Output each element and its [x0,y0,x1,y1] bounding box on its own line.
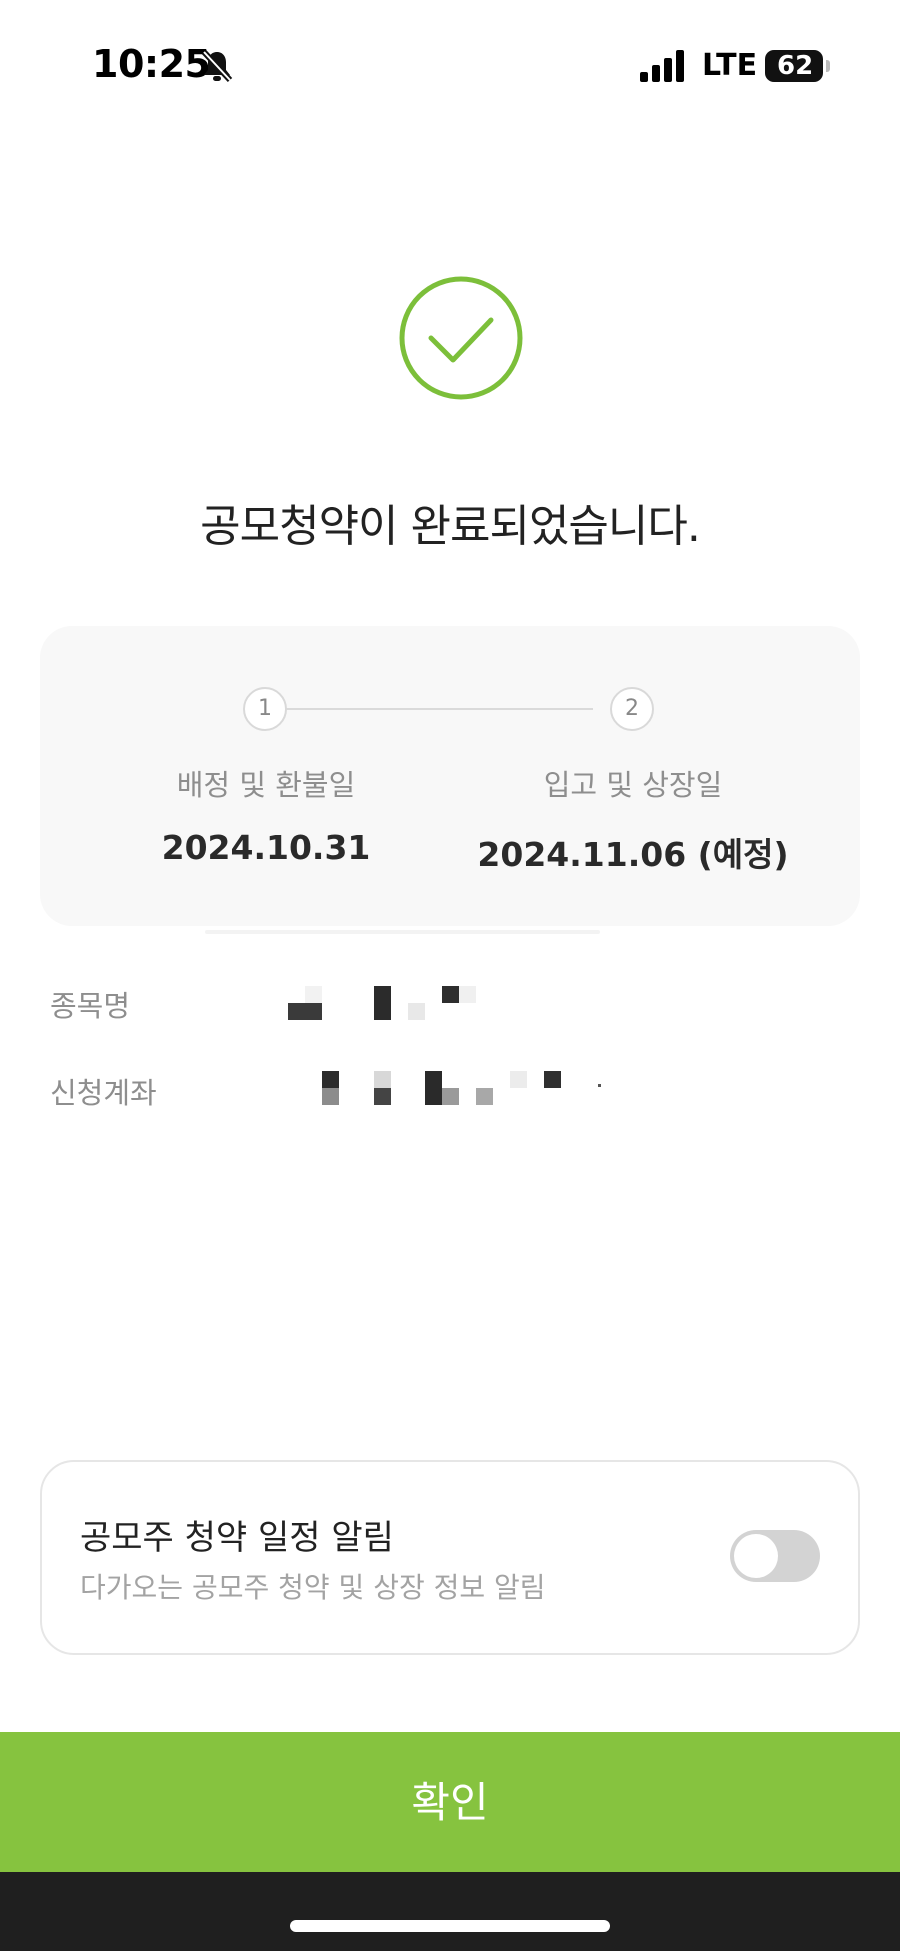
home-indicator[interactable] [290,1920,610,1932]
step-1-label: 배정 및 환불일 [176,768,356,802]
step-2-label: 입고 및 상장일 [543,768,723,802]
confirm-button[interactable]: 확인 [0,1732,900,1872]
alert-toggle[interactable] [730,1530,820,1582]
bell-off-icon [201,49,233,83]
step-2-badge: 2 [610,687,654,731]
page-title: 공모청약이 완료되었습니다. [200,501,701,552]
alert-title: 공모주 청약 일정 알림 [80,1518,394,1558]
alert-subtitle: 다가오는 공모주 청약 및 상장 정보 알림 [80,1571,546,1604]
step-1-badge: 1 [243,687,287,731]
check-circle-icon [399,276,523,400]
status-time: 10:25 [92,42,211,86]
status-bar: 10:25 LTE 62 [0,0,900,135]
signal-icon [640,50,684,82]
stock-name-label: 종목명 [50,989,131,1023]
battery-tip [826,60,830,72]
account-label: 신청계좌 [50,1076,157,1110]
battery-level: 62 [777,51,814,81]
step-connector [267,708,593,710]
battery-icon: 62 [765,50,823,82]
network-type: LTE [702,48,758,83]
step-1-date: 2024.10.31 [161,828,371,867]
toggle-knob [734,1534,778,1578]
step-2-date: 2024.11.06 (예정) [477,835,789,874]
home-bar-area [0,1872,900,1951]
card-divider [205,930,600,934]
